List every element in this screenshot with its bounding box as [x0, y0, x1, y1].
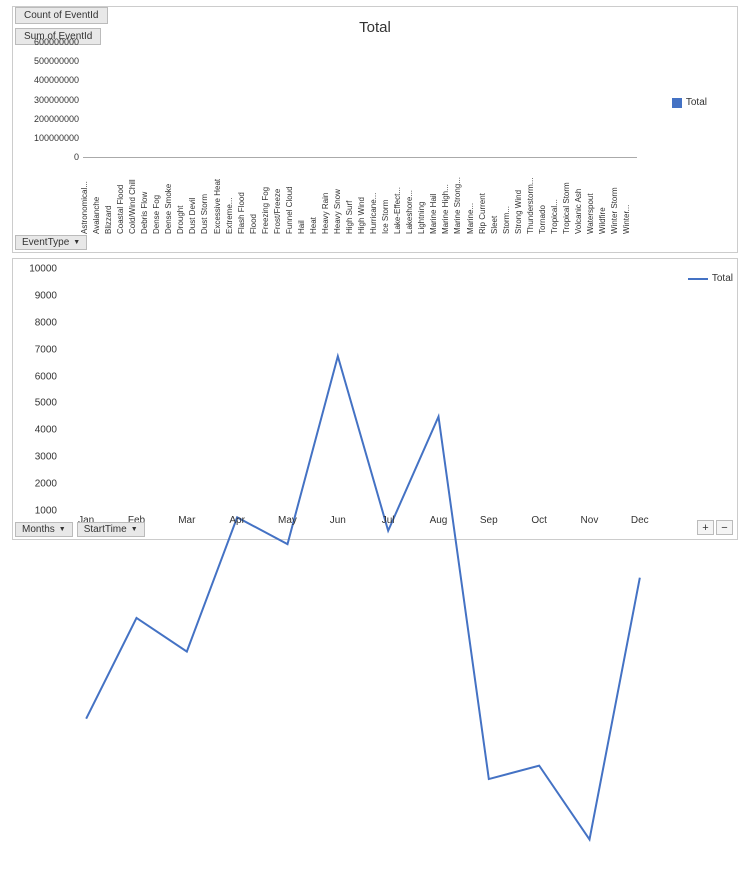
bar-category-label: Freezing Fog: [261, 187, 270, 234]
bar-category-label: Marine Hail: [429, 194, 438, 234]
bar-category-label: Marine Strong...: [453, 177, 462, 234]
line-category-label: Sep: [464, 515, 514, 531]
bar-category-label: Flood: [249, 214, 258, 234]
bar-category-label: Winter Storm: [610, 187, 619, 234]
line-category-label: Dec: [615, 515, 665, 531]
bar-category-label: Wildfire: [598, 207, 607, 234]
line-category-label: Nov: [564, 515, 614, 531]
bar-category-label: Marine...: [466, 203, 475, 234]
bar-category-label: Excessive Heat: [213, 179, 222, 234]
bar-category-label: Marine High...: [441, 184, 450, 234]
bar-x-axis: Astronomical...AvalancheBlizzardCoastal …: [83, 159, 637, 234]
line-category-label: Oct: [514, 515, 564, 531]
bar-category-label: Strong Wind: [514, 190, 523, 234]
line-y-axis: 1000200030004000500060007000800090001000…: [21, 269, 59, 511]
line-chart-panel: 1000200030004000500060007000800090001000…: [12, 258, 738, 540]
bar-category-label: Frost/Freeze: [273, 189, 282, 234]
bar-category-label: Heat: [309, 217, 318, 234]
bar-y-axis: 0100000000200000000300000000400000000500…: [21, 42, 81, 157]
bar-category-label: Flash Flood: [237, 192, 246, 234]
bar-category-label: Heavy Snow: [333, 189, 342, 234]
line-series: [86, 356, 640, 839]
eventtype-label: EventType: [22, 237, 69, 248]
chevron-down-icon: ▼: [131, 526, 138, 533]
bar-category-label: Blizzard: [104, 206, 113, 234]
legend-swatch-icon: [672, 98, 682, 108]
bar-legend-label: Total: [686, 97, 707, 108]
bar-category-label: Dense Smoke: [164, 184, 173, 234]
bar-category-label: High Surf: [345, 201, 354, 234]
bar-category-label: Dust Storm: [200, 194, 209, 234]
bar-category-label: Extreme...: [225, 198, 234, 234]
bar-category-label: Hurricane...: [369, 193, 378, 234]
bar-category-label: Sleet: [490, 216, 499, 234]
bar-category-label: Heavy Rain: [321, 193, 330, 234]
starttime-dropdown[interactable]: StartTime ▼: [77, 522, 145, 537]
line-category-label: Apr: [212, 515, 262, 531]
months-dropdown[interactable]: Months ▼: [15, 522, 73, 537]
bar-category-label: Thunderstorm...: [526, 178, 535, 234]
bar-category-label: Tornado: [538, 205, 547, 234]
bar-category-label: Ice Storm: [381, 200, 390, 234]
line-category-label: Mar: [162, 515, 212, 531]
bar-chart-title: Total: [13, 19, 737, 36]
bar-category-label: Hail: [297, 220, 306, 234]
line-legend: Total: [688, 273, 733, 284]
bar-category-label: Storm...: [502, 206, 511, 234]
bar-category-label: Tropical...: [550, 199, 559, 234]
bar-category-label: Drought: [176, 206, 185, 234]
line-x-axis: JanFebMarAprMayJunJulAugSepOctNovDec: [61, 515, 665, 531]
bar-category-label: Cold/Wind Chill: [128, 179, 137, 234]
bar-category-label: Funnel Cloud: [285, 186, 294, 234]
line-category-label: May: [262, 515, 312, 531]
bar-category-label: Dust Devil: [188, 198, 197, 234]
bar-category-label: Avalanche: [92, 197, 101, 234]
bar-category-label: Dense Fog: [152, 195, 161, 234]
bar-category-label: Lightning: [417, 202, 426, 234]
months-label: Months: [22, 524, 55, 535]
bar-legend: Total: [672, 97, 707, 108]
zoom-in-button[interactable]: +: [697, 520, 714, 535]
bar-category-label: Winter...: [622, 205, 631, 234]
bar-category-label: Waterspout: [586, 193, 595, 234]
line-legend-label: Total: [712, 273, 733, 284]
bar-category-label: Lake-Effect...: [393, 187, 402, 234]
bar-category-label: Lakeshore...: [405, 190, 414, 234]
bar-category-label: Tropical Storm: [562, 182, 571, 234]
bar-category-label: Rip Current: [478, 193, 487, 234]
bar-chart-panel: Count of EventId Sum of EventId Total 01…: [12, 6, 738, 253]
bar-plot-area: [83, 42, 637, 158]
line-plot-area: [61, 269, 665, 511]
line-category-label: Jul: [363, 515, 413, 531]
bar-category-label: Volcanic Ash: [574, 189, 583, 234]
bar-category-label: Debris Flow: [140, 192, 149, 234]
zoom-out-button[interactable]: −: [716, 520, 733, 535]
legend-line-icon: [688, 278, 708, 280]
chevron-down-icon: ▼: [73, 239, 80, 246]
line-category-label: Aug: [413, 515, 463, 531]
eventtype-dropdown[interactable]: EventType ▼: [15, 235, 87, 250]
bar-category-label: High Wind: [357, 197, 366, 234]
starttime-label: StartTime: [84, 524, 127, 535]
line-category-label: Jun: [313, 515, 363, 531]
bar-category-label: Astronomical...: [80, 181, 89, 234]
chevron-down-icon: ▼: [59, 526, 66, 533]
bar-category-label: Coastal Flood: [116, 185, 125, 234]
